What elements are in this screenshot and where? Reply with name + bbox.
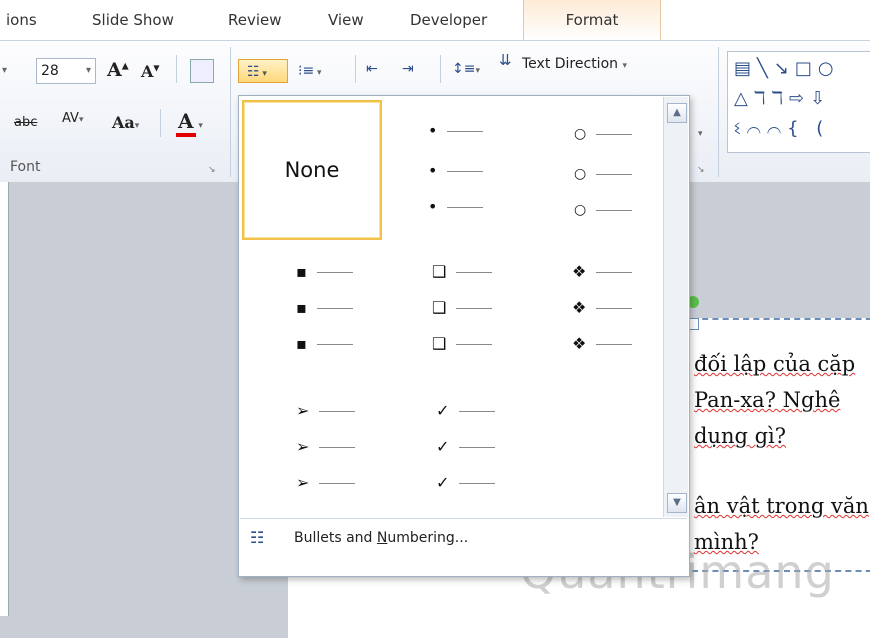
bullet-style-checkmark[interactable]: ✓ [436, 401, 496, 421]
font-group-label: Font [10, 159, 41, 175]
numbering-button[interactable]: ⁝≡ ▾ [298, 63, 322, 79]
bullet-style-hollow-square[interactable]: ❑ [432, 262, 493, 282]
font-color-button[interactable]: A ▾ [176, 109, 203, 137]
character-spacing-button[interactable]: AV▾ [62, 111, 84, 126]
font-dialog-launcher-icon[interactable]: ↘ [208, 165, 216, 175]
bullets-numbering-icon: ☷ [250, 528, 265, 547]
scroll-down-button[interactable]: ▼ [667, 493, 687, 513]
gallery-scrollbar[interactable]: ▲ ▼ [663, 97, 688, 517]
font-size-box[interactable]: 28 ▾ [36, 58, 96, 84]
shapes-row-1: ▤╲↘□○ [734, 58, 840, 79]
bullet-preview-line: ▪ [296, 298, 353, 318]
font-size-dropdown-arrow[interactable]: ▾ [86, 59, 91, 83]
bullet-preview-line: ✓ [436, 437, 496, 457]
bullet-preview-line: ○ [574, 164, 633, 184]
bullets-icon: ☷ [247, 64, 260, 80]
line-spacing-icon[interactable]: ↕≡▾ [452, 61, 480, 77]
font-size-value: 28 [41, 63, 59, 79]
bullet-preview-line: ❖ [572, 334, 633, 354]
text-direction-label: Text Direction [522, 56, 619, 72]
bullet-preview-line: • [428, 197, 484, 217]
ribbon-tab-bar: ions Slide Show Review View Developer Fo… [0, 0, 870, 41]
grow-font-glyph: A [107, 59, 122, 81]
tab-animations[interactable]: ions [6, 0, 37, 40]
tab-format[interactable]: Format [523, 0, 661, 40]
shrink-font-button[interactable]: A▼ [141, 62, 160, 81]
bullet-style-filled-square[interactable]: ▪ [296, 262, 353, 282]
bullet-preview-line: ▪ [296, 334, 353, 354]
tab-view[interactable]: View [328, 0, 364, 40]
tab-review[interactable]: Review [228, 0, 282, 40]
bullets-button[interactable]: ☷ ▾ [238, 59, 288, 83]
bullet-style-hollow-round[interactable]: ○ [574, 124, 633, 144]
shrink-font-glyph: A [141, 62, 154, 81]
bullet-style-arrow[interactable]: ➢ [296, 401, 356, 421]
slide-text-line: Pan-xa? Nghê [694, 388, 841, 412]
ribbon-separator [160, 109, 161, 137]
slide-text-line: đối lập của cặp [694, 352, 856, 376]
character-spacing-glyph: AV [62, 111, 79, 126]
tab-developer[interactable]: Developer [410, 0, 487, 40]
bullet-preview-line: ○ [574, 200, 633, 220]
numbering-icon: ⁝≡ [298, 63, 315, 79]
decrease-indent-icon[interactable]: ⇤ [366, 61, 378, 77]
shapes-gallery[interactable]: ▤╲↘□○ △ℸℸ⇨⇩ ଽ⌒⌒{ ( [727, 51, 870, 153]
bullet-style-none[interactable]: None [242, 100, 382, 240]
group-separator [718, 47, 719, 177]
font-color-glyph: A [176, 109, 196, 137]
group-separator [230, 47, 231, 177]
ribbon-separator [440, 55, 441, 83]
ribbon-separator [355, 55, 356, 83]
change-case-glyph: Aa [112, 113, 135, 132]
bullet-preview-line: ➢ [296, 437, 356, 457]
slide-text-line: ân vật trong văn [694, 494, 869, 518]
paragraph-dialog-launcher-icon[interactable]: ↘ [697, 165, 705, 175]
scroll-up-button[interactable]: ▲ [667, 103, 687, 123]
tab-slide-show[interactable]: Slide Show [92, 0, 174, 40]
bullet-none-label: None [284, 158, 340, 182]
ribbon-separator [176, 55, 177, 83]
bullets-and-numbering-command[interactable]: Bullets and Numbering... [294, 530, 468, 546]
slide-text-line: dụng gì? [694, 424, 787, 448]
bullet-style-filled-round[interactable]: • [428, 121, 484, 141]
text-direction-button[interactable]: Text Direction ▾ [522, 56, 627, 72]
increase-indent-icon[interactable]: ⇥ [402, 61, 414, 77]
grow-font-button[interactable]: A▲ [107, 59, 129, 81]
bullet-preview-line: ❖ [572, 298, 633, 318]
clear-formatting-icon[interactable] [190, 59, 214, 83]
bullet-preview-line: ❑ [432, 298, 493, 318]
change-case-button[interactable]: Aa▾ [112, 113, 139, 132]
bullet-preview-line: • [428, 161, 484, 181]
shapes-row-3: ଽ⌒⌒{ ( [734, 118, 830, 139]
strikethrough-button[interactable]: abc [14, 115, 37, 130]
text-direction-arrow: ▾ [622, 61, 627, 71]
bullet-preview-line: ➢ [296, 473, 356, 493]
bullet-preview-line: ✓ [436, 473, 496, 493]
shapes-row-2: △ℸℸ⇨⇩ [734, 88, 832, 109]
bullet-preview-line: ❑ [432, 334, 493, 354]
paragraph-more-arrow[interactable]: ▾ [698, 129, 703, 139]
font-name-dropdown-arrow[interactable]: ▾ [2, 65, 7, 76]
slides-pane-edge [0, 182, 9, 616]
text-direction-icon: ⇊ [499, 51, 512, 69]
bullet-style-star[interactable]: ❖ [572, 262, 633, 282]
